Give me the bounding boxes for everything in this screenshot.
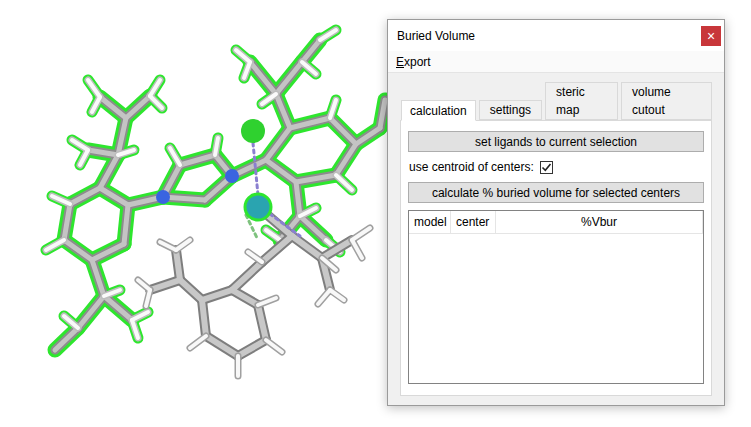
buried-volume-dialog: Buried Volume × Export calculation settin… [387, 19, 725, 406]
tab-label: steric map [556, 83, 607, 119]
tab-strip: calculation settings steric map volume cuto… [400, 82, 712, 121]
column-header[interactable]: model [409, 211, 451, 233]
title-bar: Buried Volume × [388, 20, 724, 51]
check-icon [541, 162, 552, 173]
window-title: Buried Volume [397, 27, 475, 45]
checkbox-label: use centroid of centers: [409, 158, 534, 176]
tab[interactable]: calculation [401, 100, 476, 121]
tab[interactable]: steric map [545, 82, 618, 120]
centroid-checkbox[interactable] [540, 161, 553, 174]
tab-label: calculation [410, 102, 467, 120]
set-ligands-button[interactable]: set ligands to current selection [408, 131, 704, 152]
column-header[interactable]: center [451, 211, 496, 233]
tab[interactable]: volume cutout [621, 82, 712, 120]
calculate-button[interactable]: calculate % buried volume for selected c… [408, 182, 704, 203]
tab-label: volume cutout [632, 83, 701, 119]
tab-panel: set ligands to current selection use cen… [400, 120, 712, 396]
table-header: modelcenter%Vbur [409, 211, 703, 234]
results-table: modelcenter%Vbur [408, 210, 704, 384]
tab[interactable]: settings [479, 100, 542, 120]
menu-item[interactable]: Export [396, 53, 431, 71]
column-header[interactable]: %Vbur [496, 211, 703, 233]
close-button[interactable]: × [701, 26, 721, 46]
menu-bar: Export [388, 51, 724, 73]
tab-label: settings [490, 101, 531, 119]
